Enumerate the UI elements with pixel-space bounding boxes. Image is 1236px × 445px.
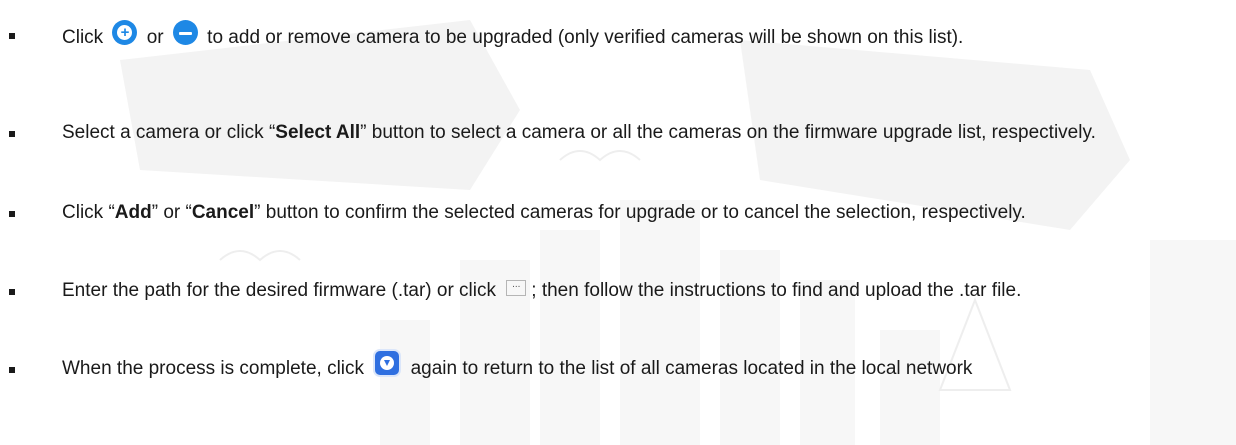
instruction-text: Click [62, 27, 109, 48]
plus-circle-icon [112, 20, 138, 46]
instructions-content: Click or to add or remove camera to be u… [0, 0, 1236, 445]
instruction-text: or [141, 27, 169, 48]
bullet-marker [9, 289, 15, 295]
instruction-text: Click “ [62, 202, 115, 223]
instruction-text: Select a camera or click “ [62, 122, 276, 143]
add-label: Add [114, 202, 152, 223]
list-item-text: When the process is complete, click agai… [62, 350, 1227, 386]
bullet-marker [9, 367, 15, 373]
instruction-text: ” button to select a camera or all the c… [360, 122, 1096, 143]
instruction-text: Enter the path for the desired firmware … [62, 280, 502, 301]
list-item-text: Enter the path for the desired firmware … [62, 274, 1227, 308]
select-all-label: Select All [275, 122, 361, 143]
instruction-text: When the process is complete, click [62, 358, 370, 379]
bullet-marker [9, 211, 15, 217]
instruction-text: to add or remove camera to be upgraded (… [201, 27, 964, 48]
instruction-text: ” button to confirm the selected cameras… [254, 202, 1026, 223]
list-item-text: Click or to add or remove camera to be u… [62, 11, 1227, 65]
firmware-upgrade-icon [375, 350, 400, 375]
list-item-text: Click “Add” or “Cancel” button to confir… [62, 196, 1227, 230]
instruction-text: again to return to the list of all camer… [405, 358, 973, 379]
browse-icon: ... [506, 279, 527, 296]
cancel-label: Cancel [191, 202, 255, 223]
minus-circle-icon [172, 20, 198, 46]
bullet-marker [9, 33, 15, 39]
list-item-text: Select a camera or click “Select All” bu… [62, 116, 1227, 150]
bullet-marker [9, 131, 15, 137]
instruction-text: ” or “ [151, 202, 192, 223]
instruction-text: ; then follow the instructions to find a… [531, 280, 1022, 301]
